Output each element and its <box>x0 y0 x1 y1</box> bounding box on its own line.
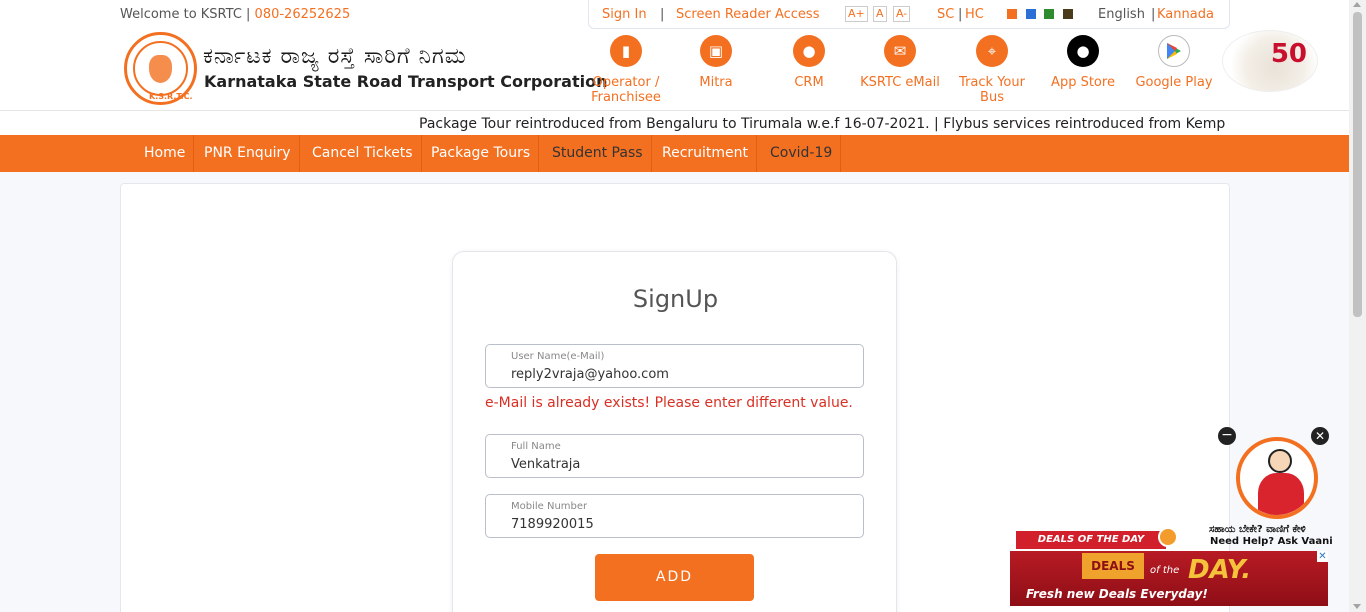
operator-franchisee-link[interactable]: ▮ Operator / Franchisee <box>582 35 670 105</box>
nav-package-tours[interactable]: Package Tours <box>423 135 540 172</box>
theme-green-swatch[interactable] <box>1044 9 1054 19</box>
anniversary-badge-image: 50 <box>1222 30 1318 92</box>
ad-of-the: of the <box>1150 565 1180 576</box>
apple-icon: ● <box>1067 35 1099 67</box>
hc-link[interactable]: HC <box>965 7 984 22</box>
mobile-number-label: Mobile Number <box>511 501 588 512</box>
operator-franchisee-label: Operator / Franchisee <box>591 75 661 105</box>
crm-label: CRM <box>794 75 824 90</box>
mobile-number-field[interactable]: Mobile Number 7189920015 <box>485 494 864 538</box>
ad-tagline: Fresh new Deals Everyday! <box>1026 587 1208 601</box>
org-name-kannada: ಕರ್ನಾಟಕ ರಾಜ್ಯ ರಸ್ತೆ ಸಾರಿಗೆ ನಿಗಮ <box>203 44 467 69</box>
vaani-avatar-body <box>1258 473 1304 515</box>
google-play-icon <box>1158 35 1190 67</box>
nav-cancel-tickets[interactable]: Cancel Tickets <box>304 135 422 172</box>
english-link[interactable]: English <box>1098 7 1145 22</box>
helpline-phone[interactable]: 080-26252625 <box>255 7 351 22</box>
scroll-down-arrow-icon[interactable] <box>1353 604 1361 609</box>
logo-emblem-icon <box>133 41 188 96</box>
bus-icon: ▣ <box>700 35 732 67</box>
full-name-field[interactable]: Full Name Venkatraja <box>485 434 864 478</box>
font-normal-button[interactable]: A <box>873 6 887 22</box>
google-play-link[interactable]: Google Play <box>1132 35 1216 90</box>
nav-covid-19[interactable]: Covid-19 <box>762 135 842 172</box>
ad-ribbon-medal-icon <box>1158 527 1178 547</box>
email-field-value: reply2vraja@yahoo.com <box>511 367 669 382</box>
accessibility-bar: Sign In | Screen Reader Access A+ A A- S… <box>588 0 1230 29</box>
vaani-minimize-icon[interactable]: − <box>1218 427 1236 445</box>
ad-deals-word: DEALS <box>1082 553 1144 579</box>
scroll-up-arrow-icon[interactable] <box>1353 2 1361 7</box>
ticker-text: Package Tour reintroduced from Bengaluru… <box>419 116 1226 132</box>
email-field-label: User Name(e-Mail) <box>511 351 605 362</box>
building-chart-icon: ▮ <box>610 35 642 67</box>
full-name-value: Venkatraja <box>511 457 581 472</box>
nav-student-pass[interactable]: Student Pass <box>544 135 652 172</box>
theme-brown-swatch[interactable] <box>1063 9 1073 19</box>
nav-home[interactable]: Home <box>136 135 195 172</box>
full-name-label: Full Name <box>511 441 561 452</box>
screen-reader-link[interactable]: Screen Reader Access <box>676 7 819 22</box>
google-play-label: Google Play <box>1135 75 1213 90</box>
mobile-number-value: 7189920015 <box>511 517 594 532</box>
signup-card: SignUp User Name(e-Mail) reply2vraja@yah… <box>452 251 897 612</box>
ad-day-word: DAY. <box>1188 555 1252 585</box>
welcome-label: Welcome to KSRTC | <box>120 7 255 22</box>
topbar-divider: | <box>660 7 665 22</box>
app-store-link[interactable]: ● App Store <box>1043 35 1123 90</box>
email-error-message: e-Mail is already exists! Please enter d… <box>485 395 853 411</box>
mail-icon: ✉ <box>884 35 916 67</box>
deals-ad-banner[interactable]: DEALS OF THE DAY DEALS of the DAY. Fresh… <box>1010 527 1328 606</box>
anniversary-badge-number: 50 <box>1270 39 1307 69</box>
mitra-link[interactable]: ▣ Mitra <box>676 35 756 90</box>
page-scrollbar[interactable] <box>1349 0 1366 612</box>
scrollbar-thumb[interactable] <box>1353 12 1362 317</box>
vaani-chat-launcher[interactable] <box>1236 437 1318 519</box>
mitra-label: Mitra <box>699 75 733 90</box>
route-pin-icon: ⌖ <box>976 35 1008 67</box>
email-field[interactable]: User Name(e-Mail) reply2vraja@yahoo.com <box>485 344 864 388</box>
main-nav: Home PNR Enquiry Cancel Tickets Package … <box>0 135 1349 172</box>
ksrtc-logo[interactable]: K.S.R.T.C. <box>124 32 197 105</box>
nav-recruitment[interactable]: Recruitment <box>654 135 758 172</box>
sc-hc-divider: | <box>958 7 963 22</box>
nav-pnr-enquiry[interactable]: PNR Enquiry <box>196 135 300 172</box>
track-your-bus-label: Track Your Bus <box>959 75 1025 105</box>
sc-link[interactable]: SC <box>937 7 954 22</box>
site-header: Welcome to KSRTC | 080-26252625 Sign In … <box>0 0 1349 111</box>
app-store-label: App Store <box>1051 75 1115 90</box>
track-your-bus-link[interactable]: ⌖ Track Your Bus <box>952 35 1032 105</box>
theme-orange-swatch[interactable] <box>1007 9 1017 19</box>
org-name-english: Karnataka State Road Transport Corporati… <box>204 72 608 91</box>
font-decrease-button[interactable]: A- <box>893 6 911 22</box>
vaani-close-icon[interactable]: ✕ <box>1311 427 1329 445</box>
ksrtc-email-label: KSRTC eMail <box>860 75 940 90</box>
signup-title: SignUp <box>632 285 719 313</box>
news-ticker[interactable]: Package Tour reintroduced from Bengaluru… <box>0 112 1349 136</box>
ad-ribbon: DEALS OF THE DAY <box>1016 531 1166 549</box>
ksrtc-email-link[interactable]: ✉ KSRTC eMail <box>856 35 944 90</box>
page: Welcome to KSRTC | 080-26252625 Sign In … <box>0 0 1366 612</box>
kannada-link[interactable]: Kannada <box>1157 7 1214 22</box>
sign-in-link[interactable]: Sign In <box>602 7 647 22</box>
add-button[interactable]: ADD <box>595 554 754 601</box>
font-increase-button[interactable]: A+ <box>845 6 868 22</box>
ad-body: DEALS of the DAY. Fresh new Deals Everyd… <box>1010 551 1328 606</box>
language-divider: | <box>1151 7 1156 22</box>
welcome-text: Welcome to KSRTC | 080-26252625 <box>120 7 350 22</box>
user-icon: ● <box>793 35 825 67</box>
theme-blue-swatch[interactable] <box>1026 9 1036 19</box>
vaani-avatar-icon <box>1268 449 1292 473</box>
crm-link[interactable]: ● CRM <box>770 35 848 90</box>
ad-close-icon[interactable]: ✕ <box>1317 551 1328 562</box>
logo-lettering: K.S.R.T.C. <box>149 92 193 101</box>
